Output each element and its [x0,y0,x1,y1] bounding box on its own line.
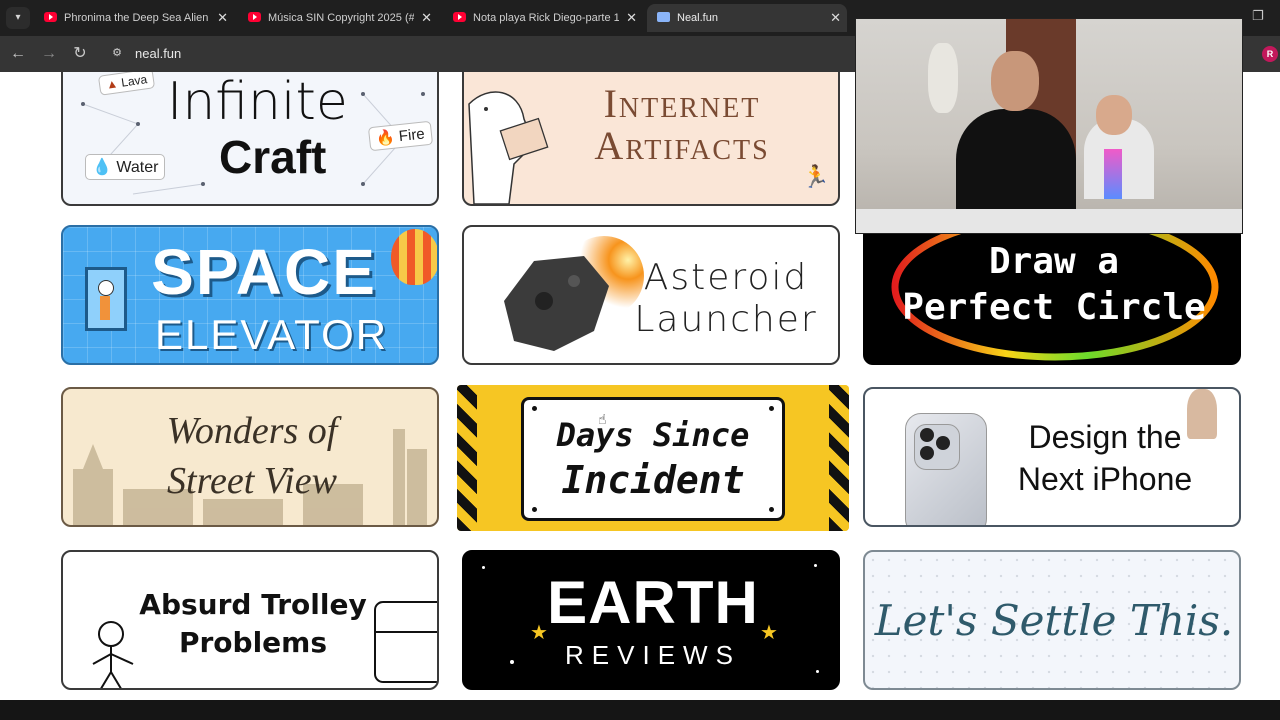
elevator-cabin [85,267,127,331]
running-man-icon: 🏃 [802,164,830,189]
fire-icon: 🔥 [375,128,396,148]
earth-reviews-title-line1: EARTH [547,569,759,636]
card-internet-artifacts[interactable]: Internet Artifacts 🏃 [462,72,840,206]
rgb-light [1104,149,1122,199]
space-elevator-title-line2: ELEVATOR [155,311,389,358]
lava-icon: ▲ [105,76,119,92]
hazard-stripe-left [457,385,477,531]
internet-artifacts-title-line1: Internet [603,81,761,126]
card-asteroid-launcher[interactable]: Asteroid Launcher [462,225,840,365]
window-restore-icon[interactable]: ❐ [1252,8,1264,24]
next-iphone-title-line2: Next iPhone [1017,461,1193,497]
neal-fun-icon [657,12,670,22]
mouse-cursor-icon: ☝ [598,411,607,427]
address-bar[interactable]: neal.fun [135,46,181,61]
youtube-icon [248,12,261,22]
street-view-title-line2: Street View [167,460,337,502]
iphone-render [905,413,987,525]
trolley-title-line1: Absurd Trolley [139,588,367,621]
trolley-title-line2: Problems [178,626,328,659]
close-tab-icon[interactable]: ✕ [217,4,228,32]
site-info-icon[interactable]: ⚙ [110,46,124,60]
space-elevator-title-line1: SPACE [151,236,377,308]
card-next-iphone[interactable]: Design the Next iPhone [863,387,1241,527]
days-since-title-line1: Days Since [556,416,750,454]
hanging-figure [928,43,958,113]
asteroid-launcher-title-line1: Asteroid [643,257,809,298]
taskbar-strip [0,700,1280,720]
next-iphone-title-line1: Design the [1028,419,1182,455]
trolley-illustration [92,601,437,688]
perfect-circle-title-line1: Draw a [988,241,1120,282]
youtube-icon [453,12,466,22]
card-days-since-incident[interactable]: Days Since Incident [457,385,849,531]
profile-avatar[interactable]: R [1262,46,1278,62]
tab-neal-fun[interactable]: Neal.fun ✕ [647,4,847,32]
asteroid-launcher-title-line2: Launcher [634,299,818,340]
asteroid-image [504,236,644,351]
close-tab-icon[interactable]: ✕ [626,4,637,32]
back-arrow-icon[interactable]: ← [8,44,28,64]
hippo-illustration [468,91,549,204]
tab-nota-playa[interactable]: Nota playa Rick Diego-parte 1. ✕ [443,4,643,32]
perfect-circle-title-line2: Perfect Circle [902,287,1206,328]
youtube-icon [44,12,57,22]
earth-reviews-title-line2: REVIEWS [565,640,741,670]
card-perfect-circle[interactable]: Draw a Perfect Circle [863,225,1241,365]
settle-this-title: Let's Settle This. [874,596,1234,645]
infinite-craft-title-line1: Infinite [167,72,348,132]
close-tab-icon[interactable]: ✕ [421,4,432,32]
card-absurd-trolley[interactable]: Absurd Trolley Problems [61,550,439,690]
days-since-title-line2: Incident [561,458,745,502]
card-space-elevator[interactable]: SPACE ELEVATOR [61,225,439,365]
tab-phronima[interactable]: Phronima the Deep Sea Alien |# ✕ [34,4,234,32]
card-street-view[interactable]: Wonders of Street View [61,387,439,527]
webcam-overlay [855,18,1243,234]
card-earth-reviews[interactable]: ★ ★ EARTH REVIEWS [462,550,840,690]
reload-icon[interactable]: ↻ [70,44,90,64]
incident-sign: Days Since Incident [521,397,785,521]
tab-search-button[interactable]: ▾ [6,7,30,29]
water-tag: 💧 Water [85,154,166,180]
hazard-stripe-right [829,385,849,531]
close-tab-icon[interactable]: ✕ [830,4,841,32]
tab-musica[interactable]: Música SIN Copyright 2025 (#2 ✕ [238,4,438,32]
street-view-title-line1: Wonders of [166,410,338,452]
card-settle-this[interactable]: Let's Settle This. [863,550,1241,690]
internet-artifacts-title-line2: Artifacts [594,123,770,168]
infinite-craft-title-line2: Craft [219,131,327,183]
water-drop-icon: 💧 [92,159,112,176]
card-infinite-craft[interactable]: ▲ Lava 💧 Water 🔥 Fire Infinite Craft [61,72,439,206]
forward-arrow-icon[interactable]: → [39,44,59,64]
hot-air-balloon-icon [391,229,437,285]
